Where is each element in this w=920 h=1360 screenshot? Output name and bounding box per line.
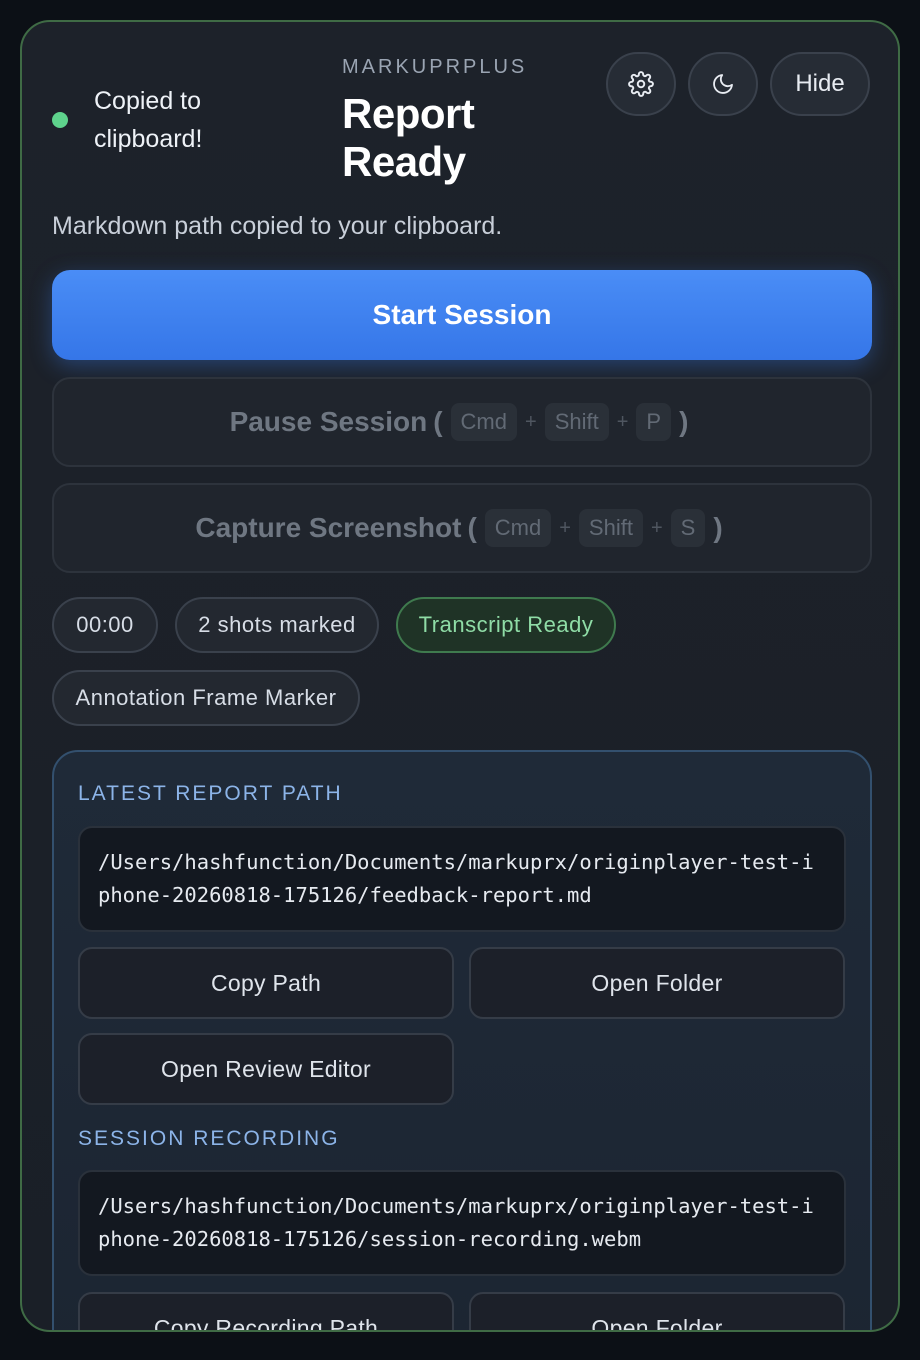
report-path-field[interactable]: /Users/hashfunction/Documents/markuprx/o… <box>78 826 846 932</box>
brand-label: MARKUPRPLUS <box>342 56 528 78</box>
shortcut-key: Cmd <box>450 403 517 441</box>
status-dot-icon <box>52 112 68 128</box>
subtitle: Markdown path copied to your clipboard. <box>52 212 503 240</box>
shortcut-key: P <box>636 403 672 441</box>
shortcut-plus: + <box>650 516 663 539</box>
open-review-editor-button[interactable]: Open Review Editor <box>78 1033 454 1105</box>
session-recording-label: SESSION RECORDING <box>78 1127 340 1150</box>
shortcut-close-paren: ) <box>713 512 723 543</box>
recording-path-field[interactable]: /Users/hashfunction/Documents/markuprx/o… <box>78 1170 846 1276</box>
capture-screenshot-button[interactable]: Capture Screenshot ( Cmd + Shift + S ) <box>52 483 872 573</box>
theme-toggle-button[interactable] <box>688 52 758 116</box>
timer-chip: 00:00 <box>52 597 158 653</box>
annotation-frame-marker-chip: Annotation Frame Marker <box>52 670 360 726</box>
pause-session-label: Pause Session <box>229 406 428 437</box>
shortcut-plus: + <box>525 410 537 433</box>
start-session-button[interactable]: Start Session <box>52 270 872 360</box>
latest-report-path-label: LATEST REPORT PATH <box>78 782 343 805</box>
shots-marked-chip: 2 shots marked <box>175 597 379 653</box>
shortcut-open-paren: ( <box>433 406 443 437</box>
copy-recording-path-button[interactable]: Copy Recording Path <box>78 1292 454 1330</box>
shortcut-key: Shift <box>578 509 643 547</box>
pause-session-button[interactable]: Pause Session ( Cmd + Shift + P ) <box>52 377 872 467</box>
hide-button[interactable]: Hide <box>770 52 870 116</box>
page-title: Report Ready <box>342 90 475 185</box>
report-card: LATEST REPORT PATH /Users/hashfunction/D… <box>52 750 872 1330</box>
gear-icon <box>628 71 654 97</box>
capture-screenshot-label: Capture Screenshot <box>195 512 462 543</box>
copy-path-button[interactable]: Copy Path <box>78 947 454 1019</box>
transcript-ready-chip: Transcript Ready <box>396 597 616 653</box>
shortcut-key: Cmd <box>484 509 552 547</box>
status-text: Copied to clipboard! <box>94 87 203 153</box>
shortcut-key: Shift <box>544 403 609 441</box>
status-indicator: Copied to clipboard! <box>52 82 254 158</box>
settings-button[interactable] <box>606 52 676 116</box>
shortcut-plus: + <box>616 410 629 433</box>
shortcut-close-paren: ) <box>679 406 689 437</box>
markupr-panel: Copied to clipboard! MARKUPRPLUS Report … <box>20 20 900 1332</box>
moon-icon <box>713 74 733 94</box>
open-recording-folder-button[interactable]: Open Folder <box>469 1292 845 1330</box>
shortcut-open-paren: ( <box>467 512 477 543</box>
open-folder-button[interactable]: Open Folder <box>469 947 845 1019</box>
shortcut-key: S <box>670 509 706 547</box>
shortcut-plus: + <box>559 516 571 539</box>
